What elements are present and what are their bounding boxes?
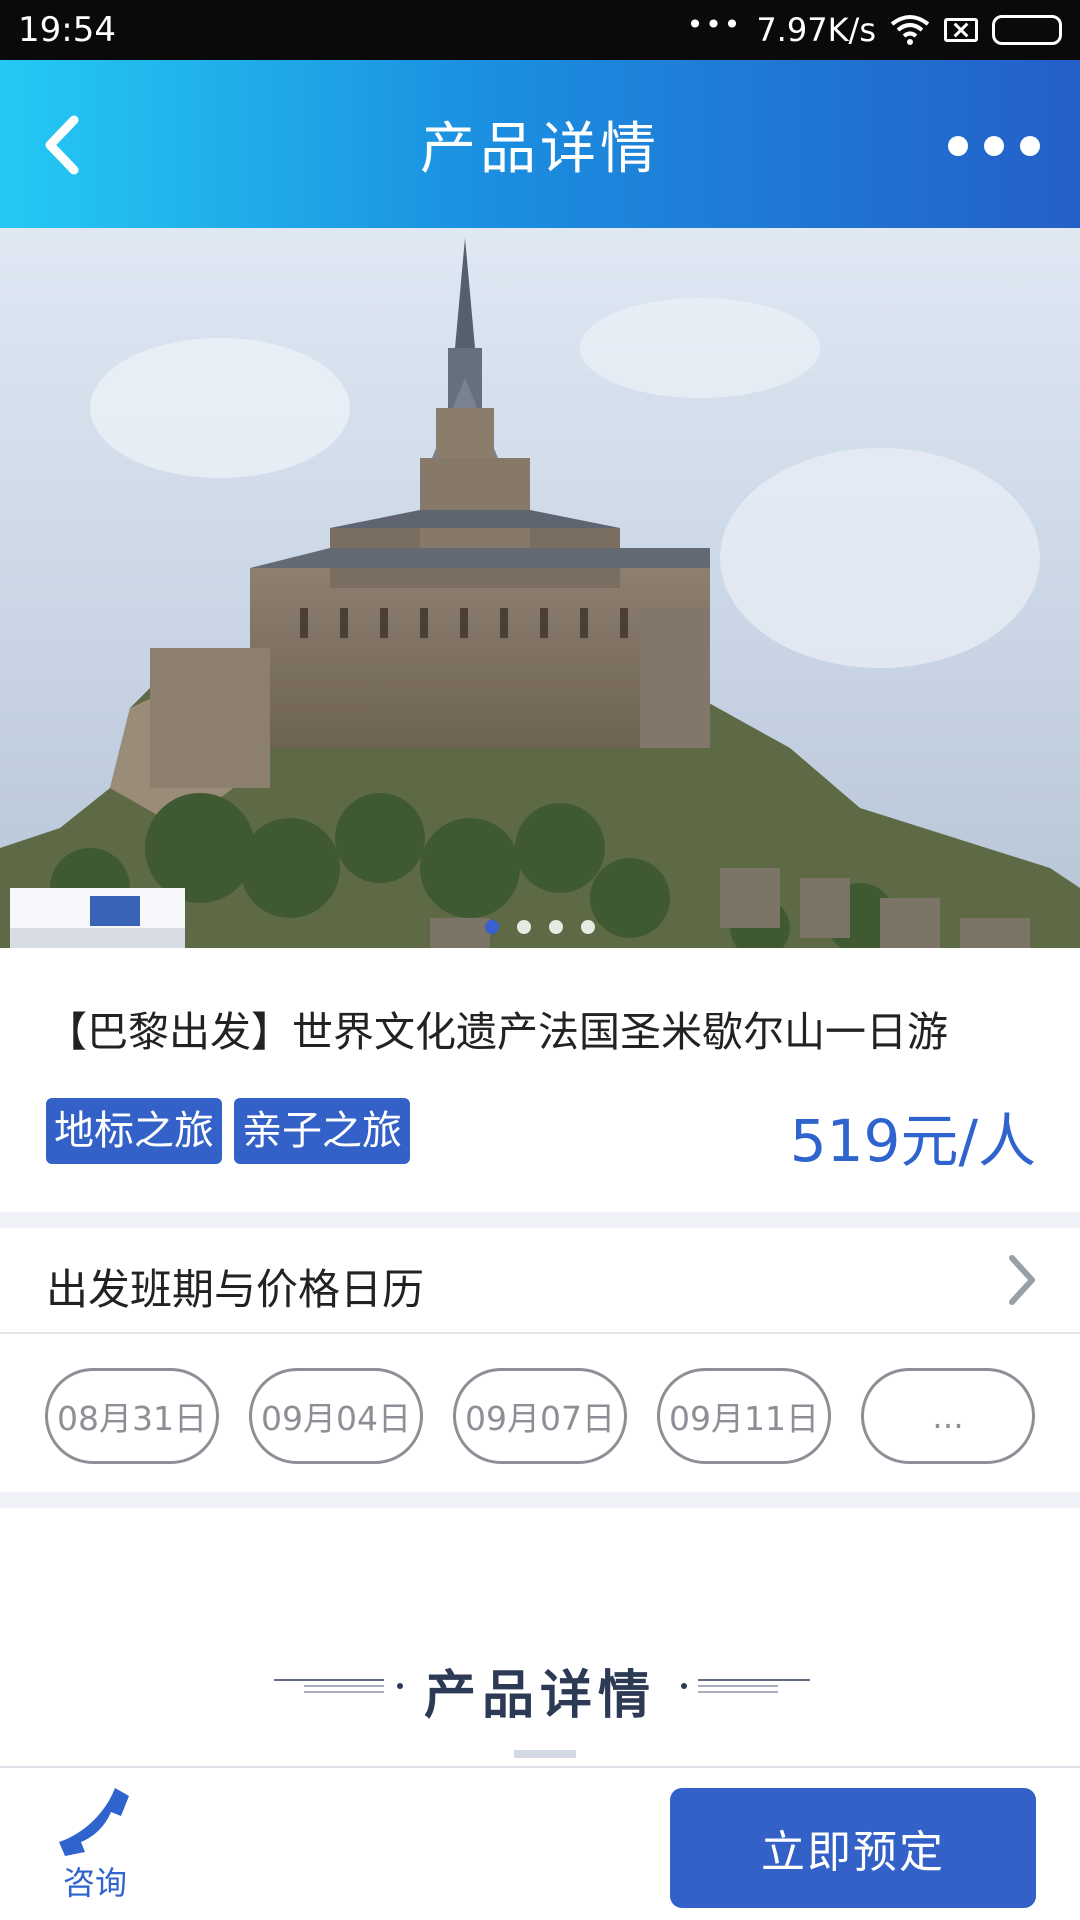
details-section: 产品详情 xyxy=(0,1508,1080,1766)
page-title: 产品详情 xyxy=(420,116,660,182)
back-button[interactable] xyxy=(40,110,100,180)
calendar-label: 出发班期与价格日历 xyxy=(46,1265,425,1314)
departure-dates: 08月31日 09月04日 09月07日 09月11日 ... xyxy=(0,1336,1080,1492)
product-price: 519元/人 xyxy=(789,1107,1036,1175)
departure-calendar-row[interactable]: 出发班期与价格日历 xyxy=(0,1228,1080,1334)
carousel-dot[interactable] xyxy=(517,920,531,934)
date-option[interactable]: 09月04日 xyxy=(249,1368,423,1464)
product-title: 【巴黎出发】世界文化遗产法国圣米歇尔山一日游 xyxy=(46,1008,948,1056)
section-underline xyxy=(514,1750,576,1758)
date-option[interactable]: 09月11日 xyxy=(657,1368,831,1464)
more-dates-button[interactable]: ... xyxy=(861,1368,1035,1464)
product-tags: 地标之旅 亲子之旅 xyxy=(46,1098,410,1164)
carousel-indicator xyxy=(0,920,1080,934)
more-dot xyxy=(1020,136,1040,156)
product-info: 【巴黎出发】世界文化遗产法国圣米歇尔山一日游 地标之旅 亲子之旅 519元/人 xyxy=(0,948,1080,1212)
sim-disabled-icon xyxy=(944,18,978,42)
consult-label: 咨询 xyxy=(62,1864,127,1902)
consult-button[interactable]: 咨询 xyxy=(40,1786,150,1906)
decorative-lines-right xyxy=(681,1679,810,1693)
carousel-dot[interactable] xyxy=(549,920,563,934)
top-navigation-bar: 产品详情 xyxy=(0,60,1080,228)
mont-saint-michel-image xyxy=(0,228,1080,948)
more-dots-icon: ••• xyxy=(686,7,743,41)
section-divider xyxy=(0,1212,1080,1228)
status-bar: 19:54 ••• 7.97K/s xyxy=(0,0,1080,60)
bottom-action-bar: 咨询 立即预定 xyxy=(0,1766,1080,1920)
app-screen: 19:54 ••• 7.97K/s 产品详情 【巴黎出发】世界文化遗产法国圣米歇… xyxy=(0,0,1080,1920)
details-section-title: 产品详情 xyxy=(423,1666,656,1726)
carousel-dot[interactable] xyxy=(485,920,499,934)
book-now-button[interactable]: 立即预定 xyxy=(670,1788,1036,1908)
phone-icon xyxy=(59,1788,129,1856)
chevron-right-icon xyxy=(1009,1255,1035,1305)
network-speed: 7.97K/s xyxy=(756,11,876,49)
date-option[interactable]: 08月31日 xyxy=(45,1368,219,1464)
tag-family: 亲子之旅 xyxy=(234,1098,410,1164)
wifi-icon xyxy=(890,15,930,45)
tag-landmark: 地标之旅 xyxy=(46,1098,222,1164)
more-horizontal-icon xyxy=(948,136,968,156)
battery-icon xyxy=(992,15,1062,45)
status-icons: ••• 7.97K/s xyxy=(686,7,1062,49)
status-time: 19:54 xyxy=(18,10,116,50)
date-option[interactable]: 09月07日 xyxy=(453,1368,627,1464)
more-options-button[interactable] xyxy=(942,130,1046,162)
section-divider xyxy=(0,1492,1080,1508)
carousel-dot[interactable] xyxy=(581,920,595,934)
chevron-left-icon xyxy=(45,115,79,175)
more-dot xyxy=(984,136,1004,156)
product-image-carousel[interactable] xyxy=(0,228,1080,948)
